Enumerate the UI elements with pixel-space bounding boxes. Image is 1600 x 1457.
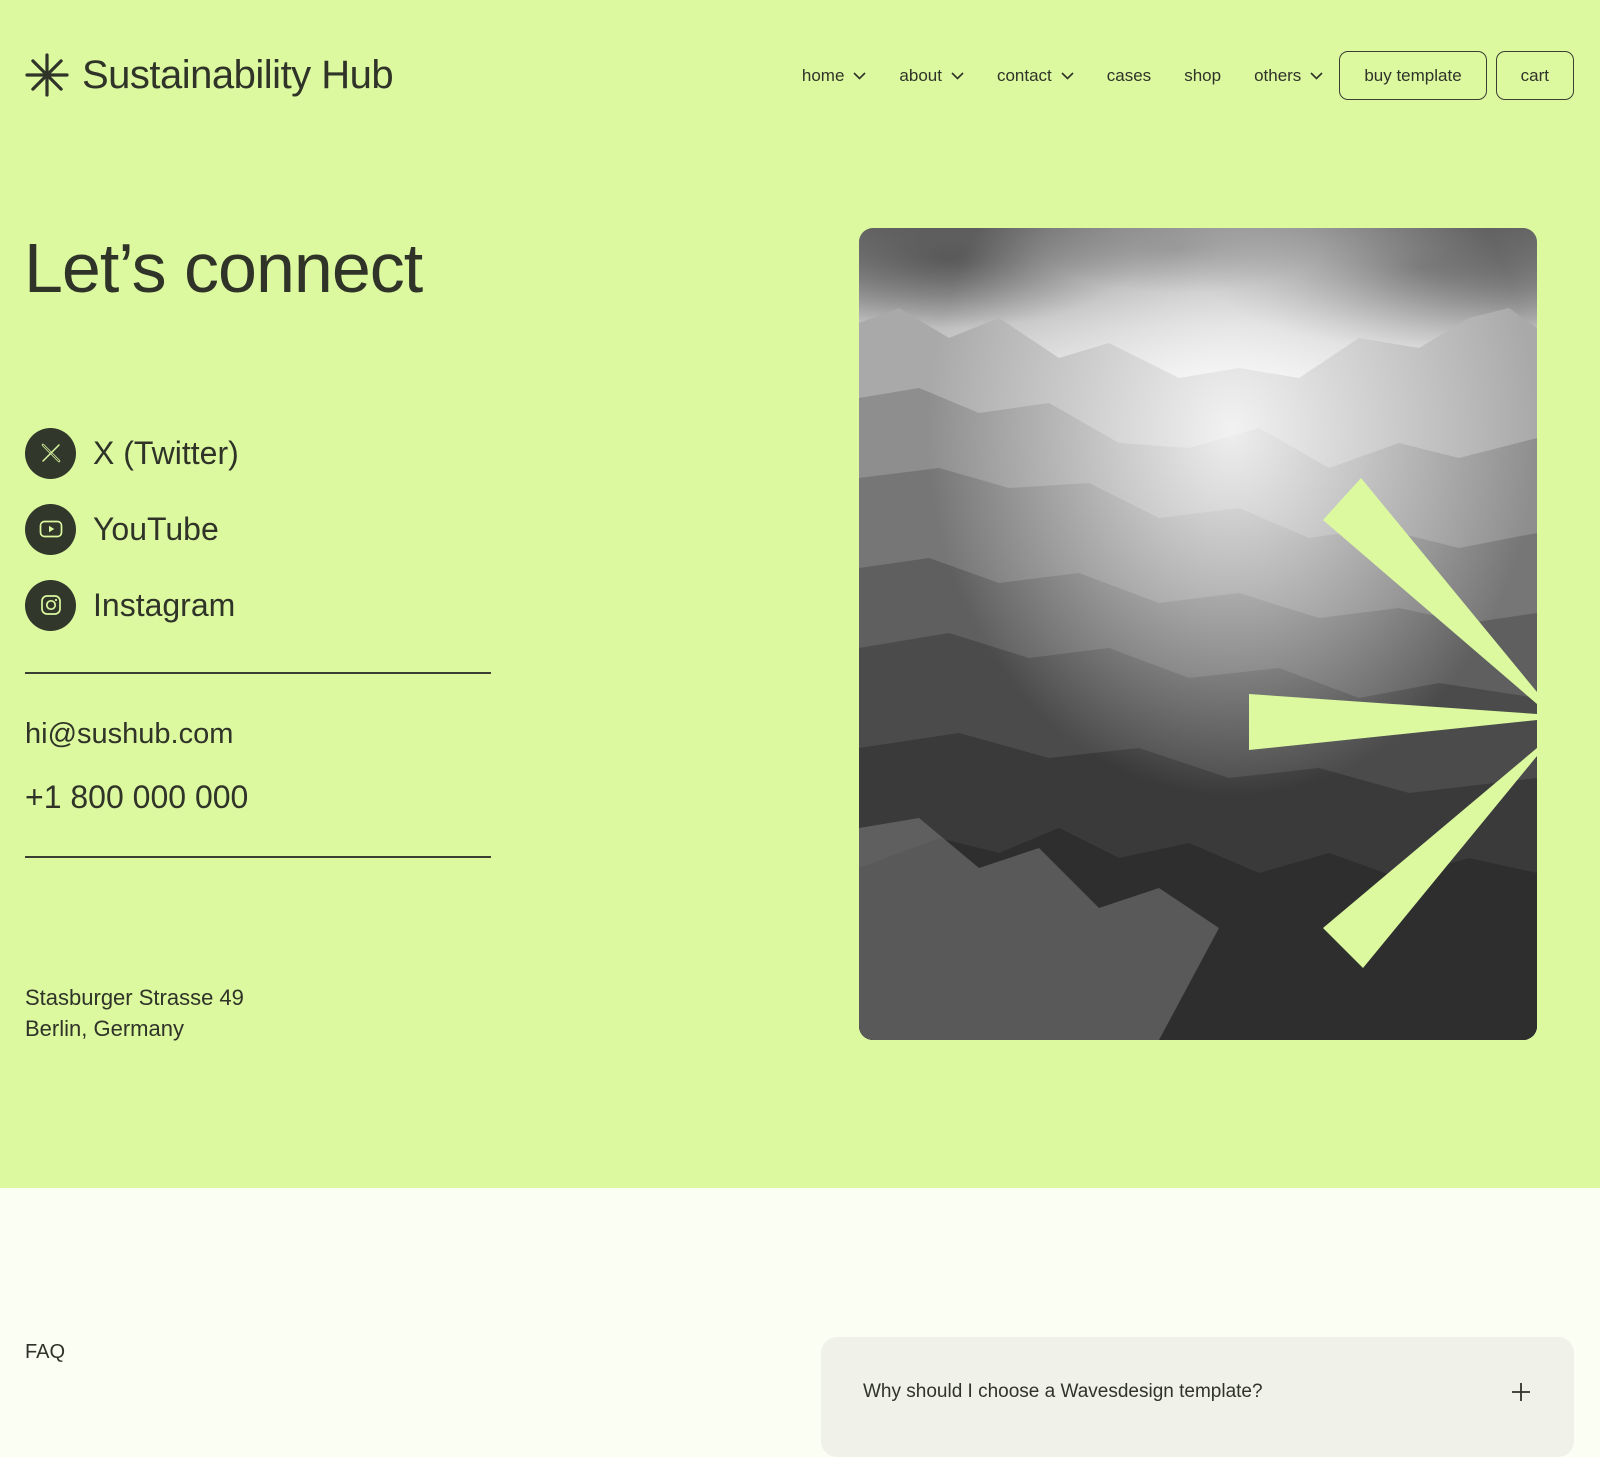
nav-item-label: home <box>801 65 845 85</box>
hero-section: Sustainability Hub home about contact ca… <box>0 0 1600 1188</box>
nav-item-cases[interactable]: cases <box>1107 66 1151 86</box>
address-line: Berlin, Germany <box>25 1016 184 1041</box>
youtube-icon <box>25 503 76 555</box>
divider <box>25 856 491 858</box>
social-label: YouTube <box>93 510 219 547</box>
nav-item-label: shop <box>1184 65 1222 85</box>
nav-item-label: about <box>899 65 942 85</box>
main-nav: home about contact cases shop others buy… <box>802 51 1574 100</box>
page-title: Let’s connect <box>24 229 423 307</box>
social-label: Instagram <box>93 586 236 623</box>
nav-item-others[interactable]: others <box>1254 66 1323 86</box>
social-link-youtube[interactable]: YouTube <box>25 503 239 555</box>
logo[interactable]: Sustainability Hub <box>24 52 394 98</box>
social-link-instagram[interactable]: Instagram <box>25 579 239 631</box>
phone-link[interactable]: +1 800 000 000 <box>25 779 248 816</box>
asterisk-icon <box>25 53 69 97</box>
email-link[interactable]: hi@sushub.com <box>25 718 233 751</box>
nav-item-label: others <box>1254 65 1302 85</box>
social-label: X (Twitter) <box>93 434 239 471</box>
divider <box>25 672 491 674</box>
chevron-down-icon <box>853 71 866 80</box>
chevron-down-icon <box>1310 71 1323 80</box>
logo-text: Sustainability Hub <box>82 52 394 97</box>
address: Stasburger Strasse 49 Berlin, Germany <box>25 982 244 1044</box>
nav-item-home[interactable]: home <box>802 66 867 86</box>
nav-item-about[interactable]: about <box>899 66 964 86</box>
social-links: X (Twitter) YouTube Instagram <box>25 427 239 655</box>
x-twitter-icon <box>25 427 76 479</box>
nav-item-label: contact <box>996 65 1052 85</box>
mountain-landscape-image <box>859 228 1537 1040</box>
faq-label: FAQ <box>25 1341 66 1363</box>
faq-item[interactable]: Why should I choose a Wavesdesign templa… <box>821 1337 1574 1457</box>
nav-item-label: cases <box>1106 65 1152 85</box>
nav-item-shop[interactable]: shop <box>1184 66 1221 86</box>
instagram-icon <box>25 579 76 631</box>
buy-template-button[interactable]: buy template <box>1339 51 1487 100</box>
social-link-x-twitter[interactable]: X (Twitter) <box>25 427 239 479</box>
cart-button[interactable]: cart <box>1495 51 1574 100</box>
nav-item-contact[interactable]: contact <box>997 66 1074 86</box>
chevron-down-icon <box>1061 71 1074 80</box>
chevron-down-icon <box>951 71 964 80</box>
address-line: Stasburger Strasse 49 <box>25 985 244 1010</box>
